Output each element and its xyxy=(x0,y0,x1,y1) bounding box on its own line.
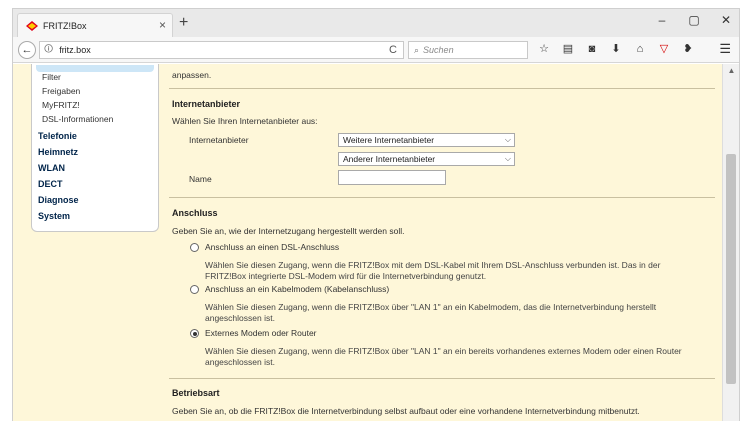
bookmark-star-icon[interactable]: ☆ xyxy=(537,41,551,57)
divider xyxy=(169,88,715,89)
url-text: fritz.box xyxy=(59,45,91,55)
option-cable-desc: Wählen Sie diesen Zugang, wenn die FRITZ… xyxy=(205,302,657,323)
vertical-scrollbar[interactable]: ▲ xyxy=(722,64,739,421)
title-bar: FRITZ!Box × + – ▢ ✕ xyxy=(13,9,739,37)
fritzbox-logo-icon xyxy=(26,20,38,31)
toolbar-icons: ☆ ▤ ◙ ⬇ ⌂ ▽ ❥ xyxy=(537,41,695,57)
chevron-down-icon: ⌵ xyxy=(504,154,511,163)
sidebar-active-item[interactable] xyxy=(36,65,154,72)
provider-select[interactable]: Weitere Internetanbieter ⌵ xyxy=(338,133,515,147)
name-label: Name xyxy=(189,174,212,184)
pocket-icon[interactable]: ◙ xyxy=(585,41,599,57)
back-button[interactable]: ← xyxy=(18,41,36,59)
site-info-icon[interactable]: 🛈 xyxy=(44,42,53,58)
provider-section-title: Internetanbieter xyxy=(172,99,241,109)
download-icon[interactable]: ⬇ xyxy=(609,41,623,57)
option-dsl-desc: Wählen Sie diesen Zugang, wenn die FRITZ… xyxy=(205,260,661,281)
extension-icon[interactable]: ❥ xyxy=(681,41,695,57)
provider-label: Internetanbieter xyxy=(189,135,249,145)
provider-subselect[interactable]: Anderer Internetanbieter ⌵ xyxy=(338,152,515,166)
search-bar[interactable]: ⌕ Suchen xyxy=(408,41,528,59)
shield-icon[interactable]: ▽ xyxy=(657,41,671,57)
chevron-down-icon: ⌵ xyxy=(504,135,511,144)
provider-select-value: Weitere Internetanbieter xyxy=(343,135,435,145)
sidebar-item-wlan[interactable]: WLAN xyxy=(38,163,65,173)
scroll-up-icon[interactable]: ▲ xyxy=(723,64,740,78)
search-placeholder: Suchen xyxy=(423,45,454,55)
main-panel: anpassen. Internetanbieter Wählen Sie Ih… xyxy=(165,64,720,421)
tab-title: FRITZ!Box xyxy=(43,20,87,31)
provider-subselect-value: Anderer Internetanbieter xyxy=(343,154,436,164)
browser-window: FRITZ!Box × + – ▢ ✕ ← 🛈 fritz.box C ⌕ Su… xyxy=(12,8,740,421)
tab-close-icon[interactable]: × xyxy=(159,18,166,32)
name-input[interactable] xyxy=(338,170,446,185)
reading-list-icon[interactable]: ▤ xyxy=(561,41,575,57)
sidebar-item-system[interactable]: System xyxy=(38,211,70,221)
connection-instruction: Geben Sie an, wie der Internetzugang her… xyxy=(172,226,405,236)
sidebar-item-freigaben[interactable]: Freigaben xyxy=(42,86,80,96)
browser-tab[interactable]: FRITZ!Box × xyxy=(17,13,173,37)
sidebar: Filter Freigaben MyFRITZ! DSL-Informatio… xyxy=(31,64,159,232)
radio-dsl[interactable] xyxy=(190,243,199,252)
home-icon[interactable]: ⌂ xyxy=(633,41,647,57)
minimize-button[interactable]: – xyxy=(655,13,669,27)
divider xyxy=(169,378,715,379)
search-icon: ⌕ xyxy=(414,44,420,55)
maximize-button[interactable]: ▢ xyxy=(687,13,701,27)
url-bar[interactable]: 🛈 fritz.box C xyxy=(39,41,404,59)
sidebar-item-telefonie[interactable]: Telefonie xyxy=(38,131,77,141)
radio-cable[interactable] xyxy=(190,285,199,294)
option-external-modem-label[interactable]: Externes Modem oder Router xyxy=(205,328,317,338)
sidebar-item-dsl-informationen[interactable]: DSL-Informationen xyxy=(42,114,113,124)
option-dsl-label[interactable]: Anschluss an einen DSL-Anschluss xyxy=(205,242,339,252)
sidebar-item-myfritz[interactable]: MyFRITZ! xyxy=(42,100,80,110)
window-controls: – ▢ ✕ xyxy=(655,13,733,27)
sidebar-item-dect[interactable]: DECT xyxy=(38,179,63,189)
page-content: Filter Freigaben MyFRITZ! DSL-Informatio… xyxy=(13,64,723,421)
option-cable-label[interactable]: Anschluss an ein Kabelmodem (Kabelanschl… xyxy=(205,284,389,294)
sidebar-item-heimnetz[interactable]: Heimnetz xyxy=(38,147,78,157)
sidebar-item-diagnose[interactable]: Diagnose xyxy=(38,195,79,205)
operation-section-title: Betriebsart xyxy=(172,388,220,398)
close-window-button[interactable]: ✕ xyxy=(719,13,733,27)
sidebar-item-filter[interactable]: Filter xyxy=(42,72,61,82)
connection-section-title: Anschluss xyxy=(172,208,218,218)
radio-external-modem[interactable] xyxy=(190,329,199,338)
scroll-thumb[interactable] xyxy=(726,154,736,384)
operation-instruction: Geben Sie an, ob die FRITZ!Box die Inter… xyxy=(172,406,640,416)
option-external-modem-desc: Wählen Sie diesen Zugang, wenn die FRITZ… xyxy=(205,346,682,367)
provider-instruction: Wählen Sie Ihren Internetanbieter aus: xyxy=(172,116,318,126)
navigation-bar: ← 🛈 fritz.box C ⌕ Suchen ☆ ▤ ◙ ⬇ ⌂ ▽ ❥ ☰ xyxy=(13,37,739,63)
reload-button[interactable]: C xyxy=(389,44,397,56)
new-tab-button[interactable]: + xyxy=(179,14,188,32)
menu-button[interactable]: ☰ xyxy=(719,41,731,57)
intro-text: anpassen. xyxy=(172,70,212,80)
divider xyxy=(169,197,715,198)
